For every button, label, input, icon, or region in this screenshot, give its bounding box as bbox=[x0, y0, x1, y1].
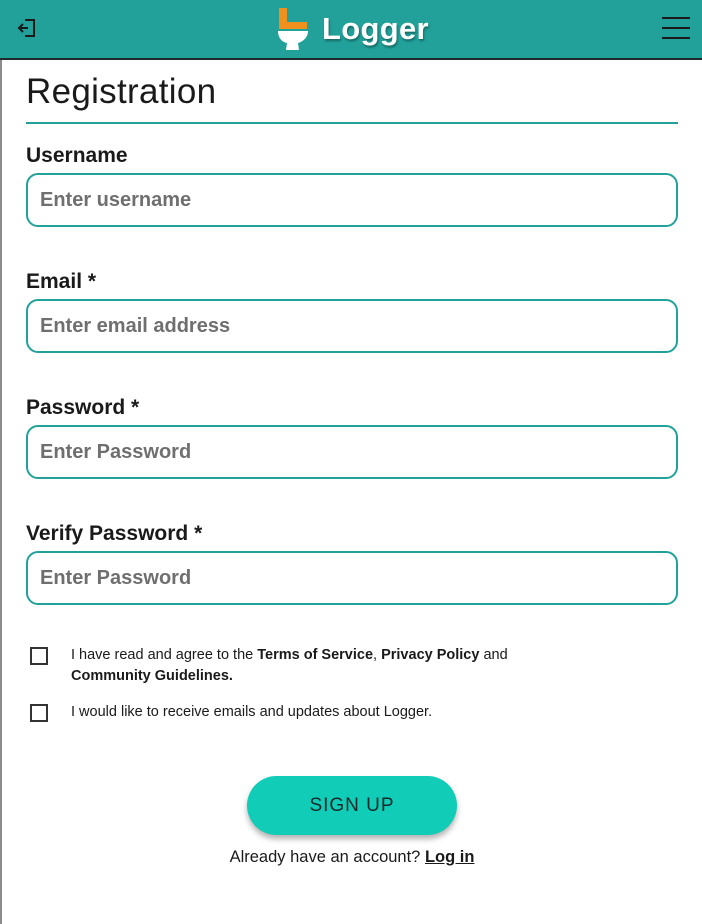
username-input[interactable] bbox=[26, 173, 678, 227]
brand: Logger bbox=[276, 6, 429, 52]
terms-text-end: . bbox=[228, 668, 233, 684]
email-label: Email * bbox=[26, 270, 97, 293]
updates-checkbox[interactable] bbox=[30, 704, 48, 722]
exit-button[interactable] bbox=[12, 14, 42, 42]
terms-checkbox[interactable] bbox=[30, 647, 48, 665]
login-prompt-text: Already have an account? bbox=[229, 848, 425, 866]
terms-text-sep: , bbox=[373, 647, 382, 663]
email-input[interactable] bbox=[26, 299, 678, 353]
toilet-logo-icon bbox=[278, 8, 308, 50]
terms-text-intro: I have read and agree to the bbox=[71, 647, 258, 663]
sign-up-button[interactable]: SIGN UP bbox=[247, 776, 457, 835]
app-header: Logger bbox=[0, 0, 702, 60]
window-edge bbox=[0, 0, 2, 924]
log-in-link[interactable]: Log in bbox=[425, 848, 474, 866]
title-divider bbox=[26, 122, 678, 124]
terms-agreement-text: I have read and agree to the Terms of Se… bbox=[71, 645, 591, 687]
verify-password-label: Verify Password * bbox=[26, 522, 203, 545]
password-input[interactable] bbox=[26, 425, 678, 479]
verify-password-input[interactable] bbox=[26, 551, 678, 605]
login-prompt: Already have an account? Log in bbox=[0, 848, 702, 867]
brand-name: Logger bbox=[322, 11, 429, 46]
updates-optin-text: I would like to receive emails and updat… bbox=[71, 704, 433, 720]
privacy-policy-link[interactable]: Privacy Policy bbox=[381, 647, 479, 663]
username-label: Username bbox=[26, 144, 128, 167]
hamburger-menu-icon bbox=[662, 17, 690, 39]
terms-of-service-link[interactable]: Terms of Service bbox=[257, 647, 373, 663]
terms-text-and: and bbox=[479, 647, 508, 663]
page-title: Registration bbox=[26, 72, 217, 111]
exit-icon bbox=[17, 19, 35, 37]
menu-button[interactable] bbox=[660, 14, 692, 42]
community-guidelines-link[interactable]: Community Guidelines bbox=[71, 668, 229, 684]
password-label: Password * bbox=[26, 396, 140, 419]
